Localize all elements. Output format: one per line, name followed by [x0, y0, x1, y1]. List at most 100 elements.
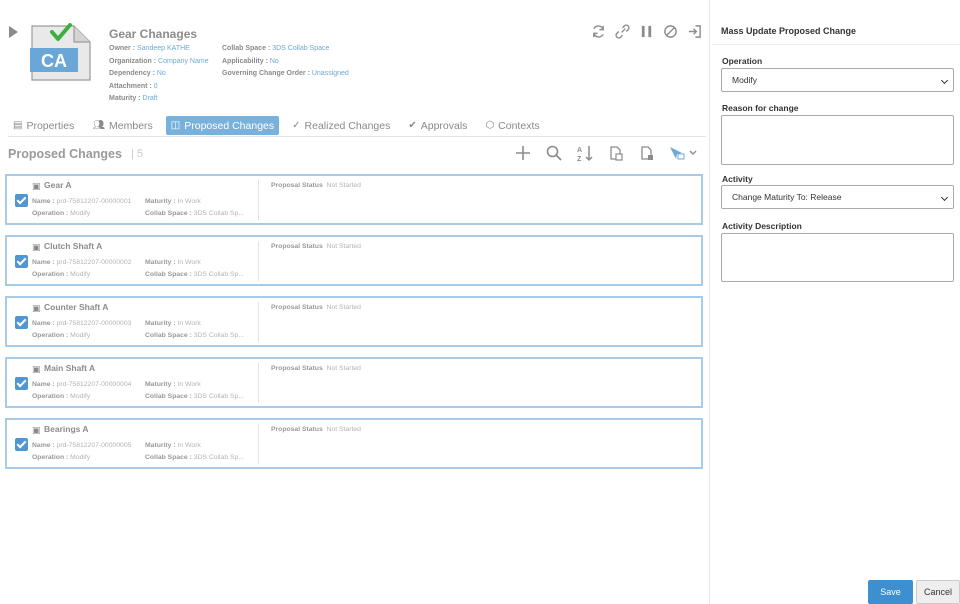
tab-approvals[interactable]: ✔ Approvals [403, 116, 472, 135]
item-maturity: Maturity : In Work [145, 320, 201, 327]
item-name: Name : prd-75812207-00000001 [32, 198, 131, 205]
collab-space-label: Collab Space : [145, 454, 192, 461]
item-title[interactable]: Gear A [44, 180, 72, 190]
name-value: prd-75812207-00000002 [56, 259, 132, 266]
name-label: Name : [32, 259, 55, 266]
tab-properties[interactable]: ▤ Properties [8, 116, 79, 135]
name-value: prd-75812207-00000005 [56, 442, 132, 449]
attr-governing-change-order: Governing Change Order : Unassigned [222, 70, 349, 77]
attachment-link[interactable]: 0 [154, 83, 158, 90]
proposal-status-value: Not Started [326, 182, 361, 189]
link-icon[interactable] [614, 23, 630, 39]
item-title[interactable]: Clutch Shaft A [44, 241, 102, 251]
mass-update-panel: Mass Update Proposed Change Operation Mo… [712, 0, 960, 604]
item-checkbox[interactable] [15, 438, 28, 451]
members-icon: 👥︎ [92, 120, 106, 131]
item-collab-space: Collab Space : 3DS Collab Sp... [145, 210, 244, 217]
operation-value: Modify [70, 210, 91, 217]
list-item[interactable]: ▣ Main Shaft A Name : prd-75812207-00000… [5, 357, 703, 408]
copy-icon[interactable] [605, 143, 627, 163]
collab-space-label: Collab Space : [145, 332, 192, 339]
dependency-link[interactable]: No [157, 70, 166, 77]
expand-arrow-icon[interactable] [9, 26, 18, 38]
tab-contexts[interactable]: ⬡ Contexts [480, 116, 544, 135]
cancel-button[interactable]: Cancel [916, 580, 960, 604]
item-maturity: Maturity : In Work [145, 442, 201, 449]
proposal-status-label: Proposal Status [271, 304, 323, 311]
sort-icon[interactable]: AZ [574, 143, 596, 163]
maturity-link[interactable]: Draft [142, 95, 157, 102]
item-name: Name : prd-75812207-00000005 [32, 442, 131, 449]
proposed-changes-view: CA Gear Chanages Owner : Sandeep KATHE O… [0, 0, 710, 604]
tab-proposed-changes[interactable]: ◫ Proposed Changes [165, 116, 280, 135]
list-item[interactable]: ▣ Gear A Name : prd-75812207-00000001 Ma… [5, 174, 703, 225]
cancel-icon[interactable] [662, 23, 678, 39]
applicability-link[interactable]: No [270, 58, 279, 65]
attr-maturity: Maturity : Draft [109, 95, 158, 102]
item-checkbox[interactable] [15, 377, 28, 390]
list-item[interactable]: ▣ Clutch Shaft A Name : prd-75812207-000… [5, 235, 703, 286]
maturity-value: In Work [177, 381, 201, 388]
properties-icon: ▤ [13, 120, 23, 131]
name-label: Name : [32, 442, 55, 449]
item-operation: Operation : Modify [32, 210, 90, 217]
chevron-down-icon [940, 193, 949, 202]
organization-link[interactable]: Company Name [158, 58, 209, 65]
proposal-status-value: Not Started [326, 243, 361, 250]
select-mode-icon[interactable] [667, 143, 701, 163]
panel-divider [712, 44, 960, 45]
realized-changes-icon: ✓ [292, 120, 301, 131]
activity-description-textarea[interactable] [721, 233, 954, 282]
maturity-label: Maturity : [145, 259, 176, 266]
activity-select[interactable]: Change Maturity To: Release [721, 185, 954, 209]
list-item[interactable]: ▣ Counter Shaft A Name : prd-75812207-00… [5, 296, 703, 347]
chevron-down-icon [940, 76, 949, 85]
item-name: Name : prd-75812207-00000002 [32, 259, 131, 266]
tab-label: Members [109, 119, 153, 132]
item-checkbox[interactable] [15, 316, 28, 329]
add-icon[interactable] [512, 143, 534, 163]
reason-label: Reason for change [722, 103, 799, 113]
item-maturity: Maturity : In Work [145, 259, 201, 266]
refresh-icon[interactable] [590, 23, 606, 39]
save-button[interactable]: Save [868, 580, 913, 604]
contexts-icon: ⬡ [485, 120, 495, 131]
proposal-status-label: Proposal Status [271, 182, 323, 189]
tab-members[interactable]: 👥︎ Members [87, 116, 157, 135]
exit-icon[interactable] [686, 23, 702, 39]
item-operation: Operation : Modify [32, 271, 90, 278]
search-icon[interactable] [543, 143, 565, 163]
item-name: Name : prd-75812207-00000004 [32, 381, 131, 388]
part-icon: ▣ [32, 242, 41, 252]
item-title[interactable]: Counter Shaft A [44, 302, 108, 312]
attr-organization: Organization : Company Name [109, 58, 209, 65]
collab-space-value: 3DS Collab Sp... [193, 271, 244, 278]
maturity-value: In Work [177, 442, 201, 449]
governing-change-order-link[interactable]: Unassigned [312, 70, 349, 77]
owner-link[interactable]: Sandeep KATHE [137, 45, 190, 52]
item-proposal-status: Proposal Status Not Started [271, 426, 361, 433]
paste-icon[interactable] [636, 143, 658, 163]
item-title[interactable]: Main Shaft A [44, 363, 95, 373]
collab-space-label: Collab Space : [145, 210, 192, 217]
maturity-label: Maturity : [145, 442, 176, 449]
name-value: prd-75812207-00000003 [56, 320, 132, 327]
item-checkbox[interactable] [15, 255, 28, 268]
item-proposal-status: Proposal Status Not Started [271, 365, 361, 372]
tab-realized-changes[interactable]: ✓ Realized Changes [287, 116, 395, 135]
item-checkbox[interactable] [15, 194, 28, 207]
collab-space-link[interactable]: 3DS Collab Space [272, 45, 329, 52]
item-title[interactable]: Bearings A [44, 424, 89, 434]
name-label: Name : [32, 198, 55, 205]
proposal-status-label: Proposal Status [271, 243, 323, 250]
reason-textarea[interactable] [721, 115, 954, 165]
tab-label: Proposed Changes [184, 119, 275, 132]
attr-owner: Owner : Sandeep KATHE [109, 45, 190, 52]
maturity-label: Maturity : [145, 381, 176, 388]
operation-select[interactable]: Modify [721, 68, 954, 92]
operation-value: Modify [70, 393, 91, 400]
operation-value: Modify [70, 454, 91, 461]
count-value: 5 [136, 148, 144, 160]
list-item[interactable]: ▣ Bearings A Name : prd-75812207-0000000… [5, 418, 703, 469]
pause-icon[interactable] [638, 23, 654, 39]
